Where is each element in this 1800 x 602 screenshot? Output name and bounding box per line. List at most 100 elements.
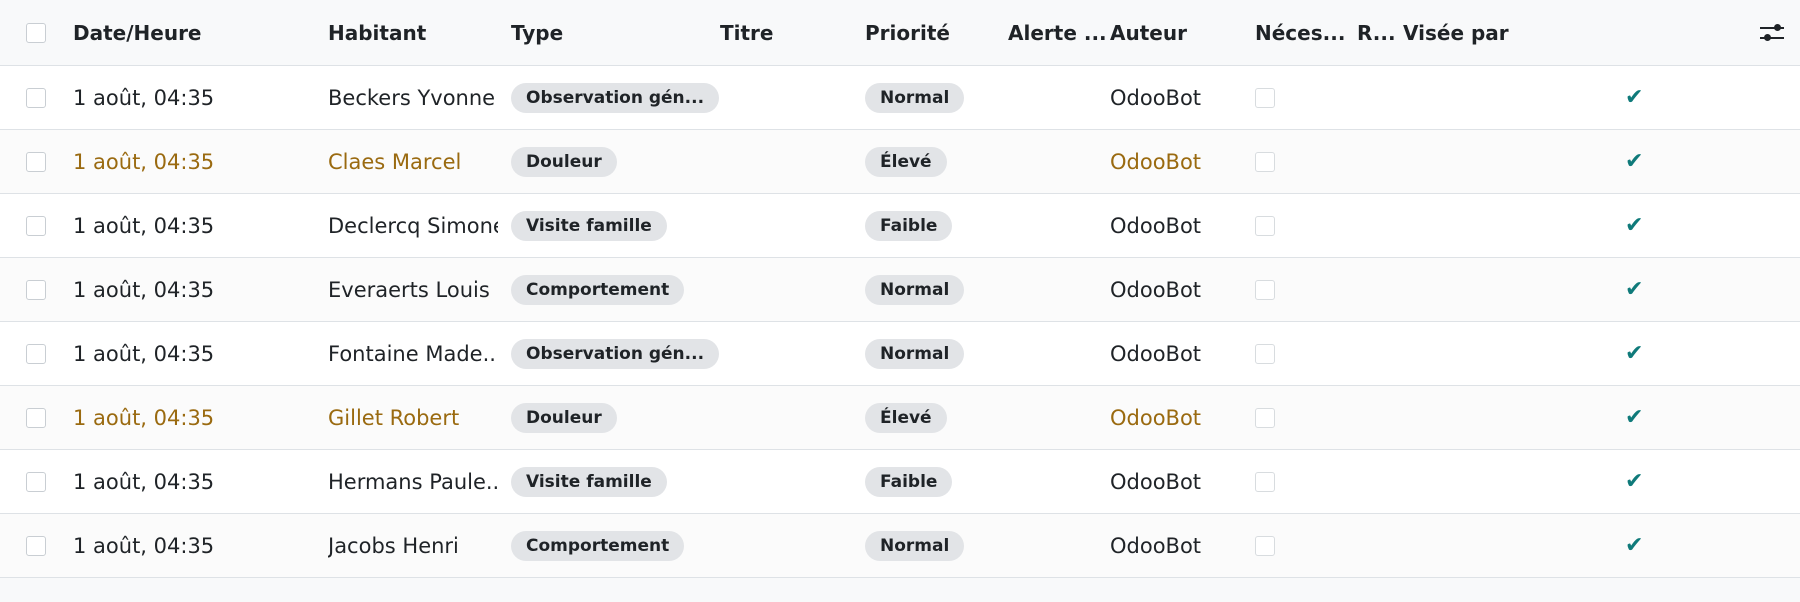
table-row[interactable]: 1 août, 04:35 Jacobs Henri Comportement …	[0, 514, 1800, 578]
row-select-cell	[26, 130, 46, 193]
row-seen-cell: ✔	[1625, 194, 1643, 257]
row-seen-cell: ✔	[1625, 258, 1643, 321]
row-priority-cell: Normal	[865, 66, 965, 129]
row-author: OdooBot	[1110, 341, 1202, 366]
row-resident: Declercq Simone	[328, 213, 498, 238]
priority-badge: Faible	[865, 210, 953, 241]
checkmark-icon: ✔	[1625, 405, 1644, 430]
table-footer-space	[0, 578, 1800, 600]
row-title	[720, 194, 850, 257]
col-header-date[interactable]: Date/Heure	[73, 0, 202, 65]
priority-badge: Faible	[865, 466, 953, 497]
needs-checkbox[interactable]	[1255, 407, 1275, 428]
priority-badge: Élevé	[865, 402, 947, 433]
row-date: 1 août, 04:35	[73, 213, 215, 238]
priority-badge: Normal	[865, 82, 965, 113]
needs-checkbox[interactable]	[1255, 535, 1275, 556]
col-header-seen-by[interactable]: Visée par	[1403, 0, 1509, 65]
col-header-priority[interactable]: Priorité	[865, 0, 950, 65]
optional-columns-toggle[interactable]	[1758, 0, 1786, 65]
table-row[interactable]: 1 août, 04:35 Claes Marcel Douleur Élevé…	[0, 130, 1800, 194]
col-header-needs[interactable]: Néces...	[1255, 0, 1345, 65]
needs-checkbox[interactable]	[1255, 87, 1275, 108]
checkmark-icon: ✔	[1625, 469, 1644, 494]
row-author: OdooBot	[1110, 277, 1202, 302]
col-header-alert[interactable]: Alerte ...	[1008, 0, 1107, 65]
row-date: 1 août, 04:35	[73, 149, 215, 174]
row-priority-cell: Normal	[865, 258, 965, 321]
col-header-type[interactable]: Type	[511, 0, 563, 65]
row-author: OdooBot	[1110, 405, 1202, 430]
table-row[interactable]: 1 août, 04:35 Hermans Paule... Visite fa…	[0, 450, 1800, 514]
table-row[interactable]: 1 août, 04:35 Gillet Robert Douleur Élev…	[0, 386, 1800, 450]
checkmark-icon: ✔	[1625, 341, 1644, 366]
select-all-cell	[26, 0, 46, 65]
row-checkbox[interactable]	[26, 87, 46, 108]
needs-checkbox[interactable]	[1255, 343, 1275, 364]
row-priority-cell: Faible	[865, 450, 953, 513]
table-header: Date/Heure Habitant Type Titre Priorité …	[0, 0, 1800, 66]
row-priority-cell: Élevé	[865, 386, 947, 449]
priority-badge: Normal	[865, 274, 965, 305]
priority-badge: Élevé	[865, 146, 947, 177]
select-all-checkbox[interactable]	[26, 22, 46, 43]
row-checkbox[interactable]	[26, 471, 46, 492]
needs-checkbox[interactable]	[1255, 471, 1275, 492]
type-badge: Observation gén...	[511, 338, 720, 369]
table-row[interactable]: 1 août, 04:35 Beckers Yvonne Observation…	[0, 66, 1800, 130]
row-priority-cell: Élevé	[865, 130, 947, 193]
row-date: 1 août, 04:35	[73, 277, 215, 302]
type-badge: Observation gén...	[511, 82, 720, 113]
row-select-cell	[26, 194, 46, 257]
row-type-cell: Visite famille	[511, 194, 667, 257]
table-body: 1 août, 04:35 Beckers Yvonne Observation…	[0, 66, 1800, 578]
row-needs-cell	[1255, 514, 1275, 577]
row-resident: Hermans Paule...	[328, 469, 498, 494]
row-seen-cell: ✔	[1625, 450, 1643, 513]
row-type-cell: Douleur	[511, 386, 617, 449]
row-priority-cell: Faible	[865, 194, 953, 257]
row-checkbox[interactable]	[26, 151, 46, 172]
row-checkbox[interactable]	[26, 407, 46, 428]
checkmark-icon: ✔	[1625, 277, 1644, 302]
row-date: 1 août, 04:35	[73, 341, 215, 366]
row-needs-cell	[1255, 450, 1275, 513]
needs-checkbox[interactable]	[1255, 151, 1275, 172]
row-resident: Fontaine Made...	[328, 341, 498, 366]
checkmark-icon: ✔	[1625, 213, 1644, 238]
row-seen-cell: ✔	[1625, 130, 1643, 193]
row-title	[720, 322, 850, 385]
row-select-cell	[26, 66, 46, 129]
table-row[interactable]: 1 août, 04:35 Declercq Simone Visite fam…	[0, 194, 1800, 258]
row-select-cell	[26, 514, 46, 577]
row-type-cell: Observation gén...	[511, 322, 720, 385]
row-title	[720, 514, 850, 577]
row-checkbox[interactable]	[26, 215, 46, 236]
col-header-title[interactable]: Titre	[720, 0, 774, 65]
row-type-cell: Visite famille	[511, 450, 667, 513]
col-header-resident[interactable]: Habitant	[328, 0, 426, 65]
row-select-cell	[26, 322, 46, 385]
row-checkbox[interactable]	[26, 535, 46, 556]
row-title	[720, 386, 850, 449]
table-row[interactable]: 1 août, 04:35 Fontaine Made... Observati…	[0, 322, 1800, 386]
row-priority-cell: Normal	[865, 514, 965, 577]
row-select-cell	[26, 258, 46, 321]
type-badge: Douleur	[511, 402, 617, 433]
table-row[interactable]: 1 août, 04:35 Everaerts Louis Comporteme…	[0, 258, 1800, 322]
row-needs-cell	[1255, 194, 1275, 257]
type-badge: Visite famille	[511, 210, 667, 241]
col-header-r[interactable]: R...	[1357, 0, 1396, 65]
checkmark-icon: ✔	[1625, 149, 1644, 174]
row-needs-cell	[1255, 386, 1275, 449]
row-checkbox[interactable]	[26, 343, 46, 364]
row-select-cell	[26, 450, 46, 513]
row-title	[720, 258, 850, 321]
row-checkbox[interactable]	[26, 279, 46, 300]
needs-checkbox[interactable]	[1255, 279, 1275, 300]
needs-checkbox[interactable]	[1255, 215, 1275, 236]
row-seen-cell: ✔	[1625, 514, 1643, 577]
col-header-author[interactable]: Auteur	[1110, 0, 1187, 65]
row-date: 1 août, 04:35	[73, 533, 215, 558]
row-seen-cell: ✔	[1625, 66, 1643, 129]
